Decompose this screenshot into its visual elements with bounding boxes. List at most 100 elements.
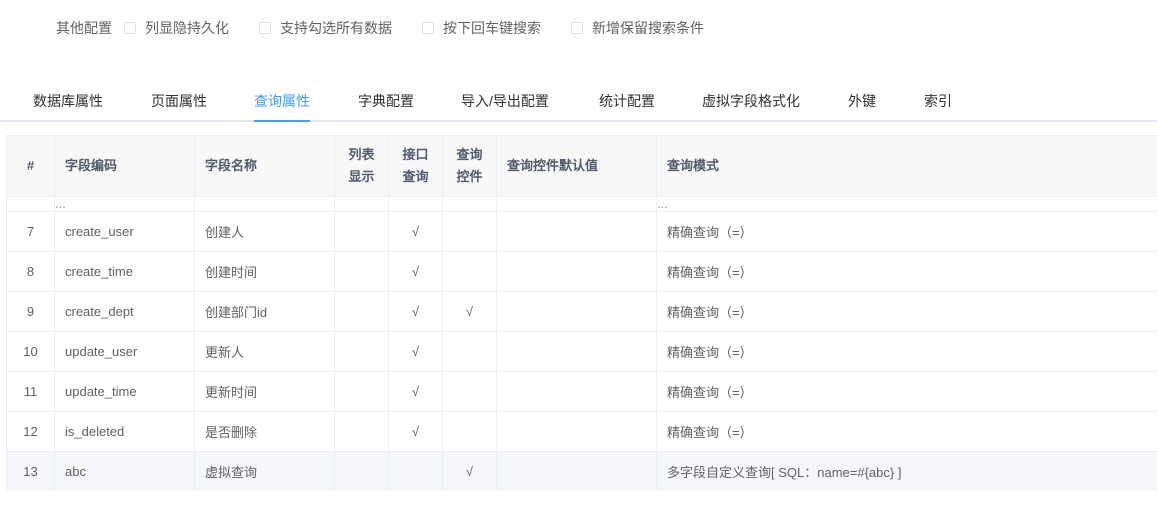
cell-api-query[interactable]: √: [388, 211, 443, 252]
cell-code: update_time: [54, 371, 195, 412]
cell-mode[interactable]: 精确查询（=）: [656, 331, 1157, 372]
cell-mode[interactable]: 精确查询（=）: [656, 251, 1157, 292]
cell-code: update_user: [54, 331, 195, 372]
cell-index: 8: [6, 251, 55, 292]
checkbox-keep-search-conditions[interactable]: 新增保留搜索条件: [571, 18, 704, 38]
other-config-options: 其他配置 列显隐持久化 支持勾选所有数据 按下回车键搜索 新增保留搜索条件: [56, 18, 734, 38]
header-query-mode: 查询模式: [656, 135, 1157, 197]
header-field-name: 字段名称: [194, 135, 335, 197]
cell-api-query[interactable]: √: [388, 331, 443, 372]
cell-mode[interactable]: 精确查询（=）: [656, 211, 1157, 252]
cell-query-default[interactable]: [496, 251, 657, 292]
header-list-display: 列表 显示: [334, 135, 389, 197]
cell-query-control[interactable]: [442, 371, 497, 412]
tab-statistics-config[interactable]: 统计配置: [599, 82, 655, 120]
cell-index: 9: [6, 291, 55, 332]
header-index: #: [6, 135, 55, 197]
checkbox-column-visibility-persist[interactable]: 列显隐持久化: [124, 18, 229, 38]
table-row[interactable]: 11 update_time 更新时间 √ 精确查询（=）: [6, 371, 1157, 412]
cell-list-display[interactable]: [334, 451, 389, 491]
cell-code: ...: [54, 196, 195, 212]
cell-api-query[interactable]: [388, 451, 443, 491]
cell-code: create_time: [54, 251, 195, 292]
table-header-row: # 字段编码 字段名称 列表 显示 接口 查询 查询 控件 查询控件默认值 查询…: [6, 135, 1157, 197]
other-config-label: 其他配置: [56, 20, 112, 36]
checkbox-label: 列显隐持久化: [145, 20, 229, 36]
tab-page-properties[interactable]: 页面属性: [151, 82, 207, 120]
cell-api-query[interactable]: √: [388, 291, 443, 332]
cell-code: abc: [54, 451, 195, 491]
cell-query-default[interactable]: [496, 331, 657, 372]
cell-mode[interactable]: 精确查询（=）: [656, 371, 1157, 412]
cell-index: 11: [6, 371, 55, 412]
cell-list-display[interactable]: [334, 211, 389, 252]
tab-import-export-config[interactable]: 导入/导出配置: [461, 82, 549, 120]
table-row[interactable]: 12 is_deleted 是否删除 √ 精确查询（=）: [6, 411, 1157, 452]
cell-index: 10: [6, 331, 55, 372]
tab-indexes[interactable]: 索引: [924, 82, 952, 120]
cell-name: 虚拟查询: [194, 451, 335, 491]
header-query-default: 查询控件默认值: [496, 135, 657, 197]
cell-index: 13: [6, 451, 55, 491]
cell-name: 更新人: [194, 331, 335, 372]
query-properties-table: # 字段编码 字段名称 列表 显示 接口 查询 查询 控件 查询控件默认值 查询…: [6, 135, 1157, 491]
header-field-code: 字段编码: [54, 135, 195, 197]
cell-list-display[interactable]: [334, 291, 389, 332]
cell-query-control[interactable]: [442, 211, 497, 252]
table-row[interactable]: 13 abc 虚拟查询 √ 多字段自定义查询[ SQL：name=#{abc} …: [6, 451, 1157, 491]
cell-query-default[interactable]: [496, 371, 657, 412]
tab-query-properties[interactable]: 查询属性: [254, 82, 310, 122]
cell-name: 创建时间: [194, 251, 335, 292]
header-query-control: 查询 控件: [442, 135, 497, 197]
checkbox-label: 支持勾选所有数据: [280, 20, 392, 36]
property-tabs: 数据库属性 页面属性 查询属性 字典配置 导入/导出配置 统计配置 虚拟字段格式…: [0, 82, 1157, 122]
checkbox-box[interactable]: [124, 22, 136, 34]
tab-database-properties[interactable]: 数据库属性: [33, 82, 103, 120]
cell-code: create_dept: [54, 291, 195, 332]
tab-foreign-keys[interactable]: 外键: [848, 82, 876, 120]
table-row[interactable]: 8 create_time 创建时间 √ 精确查询（=）: [6, 251, 1157, 292]
header-api-query: 接口 查询: [388, 135, 443, 197]
cell-query-control[interactable]: [442, 411, 497, 452]
cell-query-default[interactable]: [496, 451, 657, 491]
cell-query-default[interactable]: [496, 411, 657, 452]
cell-mode[interactable]: 多字段自定义查询[ SQL：name=#{abc} ]: [656, 451, 1157, 491]
cell-query-control[interactable]: √: [442, 451, 497, 491]
tab-virtual-field-format[interactable]: 虚拟字段格式化: [702, 82, 800, 120]
table-row-partial: ... ...: [6, 196, 1157, 212]
cell-query-default[interactable]: [496, 211, 657, 252]
checkbox-label: 按下回车键搜索: [443, 20, 541, 36]
cell-code: create_user: [54, 211, 195, 252]
checkbox-box[interactable]: [259, 22, 271, 34]
cell-query-default[interactable]: [496, 291, 657, 332]
checkbox-label: 新增保留搜索条件: [592, 20, 704, 36]
cell-name: 创建部门id: [194, 291, 335, 332]
cell-name: 创建人: [194, 211, 335, 252]
checkbox-select-all-data[interactable]: 支持勾选所有数据: [259, 18, 392, 38]
cell-query-control[interactable]: [442, 331, 497, 372]
cell-mode[interactable]: 精确查询（=）: [656, 411, 1157, 452]
table-row[interactable]: 9 create_dept 创建部门id √ √ 精确查询（=）: [6, 291, 1157, 332]
cell-api-query[interactable]: √: [388, 371, 443, 412]
cell-list-display[interactable]: [334, 371, 389, 412]
tab-dictionary-config[interactable]: 字典配置: [358, 82, 414, 120]
checkbox-enter-to-search[interactable]: 按下回车键搜索: [422, 18, 541, 38]
cell-index: 7: [6, 211, 55, 252]
table-row[interactable]: 7 create_user 创建人 √ 精确查询（=）: [6, 211, 1157, 252]
cell-query-control[interactable]: [442, 251, 497, 292]
cell-query-control[interactable]: √: [442, 291, 497, 332]
cell-list-display[interactable]: [334, 411, 389, 452]
checkbox-box[interactable]: [571, 22, 583, 34]
cell-name: 更新时间: [194, 371, 335, 412]
checkbox-box[interactable]: [422, 22, 434, 34]
cell-mode[interactable]: 精确查询（=）: [656, 291, 1157, 332]
cell-code: is_deleted: [54, 411, 195, 452]
cell-index: 12: [6, 411, 55, 452]
cell-api-query[interactable]: √: [388, 411, 443, 452]
cell-list-display[interactable]: [334, 251, 389, 292]
cell-list-display[interactable]: [334, 331, 389, 372]
table-row[interactable]: 10 update_user 更新人 √ 精确查询（=）: [6, 331, 1157, 372]
cell-mode: ...: [656, 196, 1157, 212]
cell-api-query[interactable]: √: [388, 251, 443, 292]
cell-name: 是否删除: [194, 411, 335, 452]
